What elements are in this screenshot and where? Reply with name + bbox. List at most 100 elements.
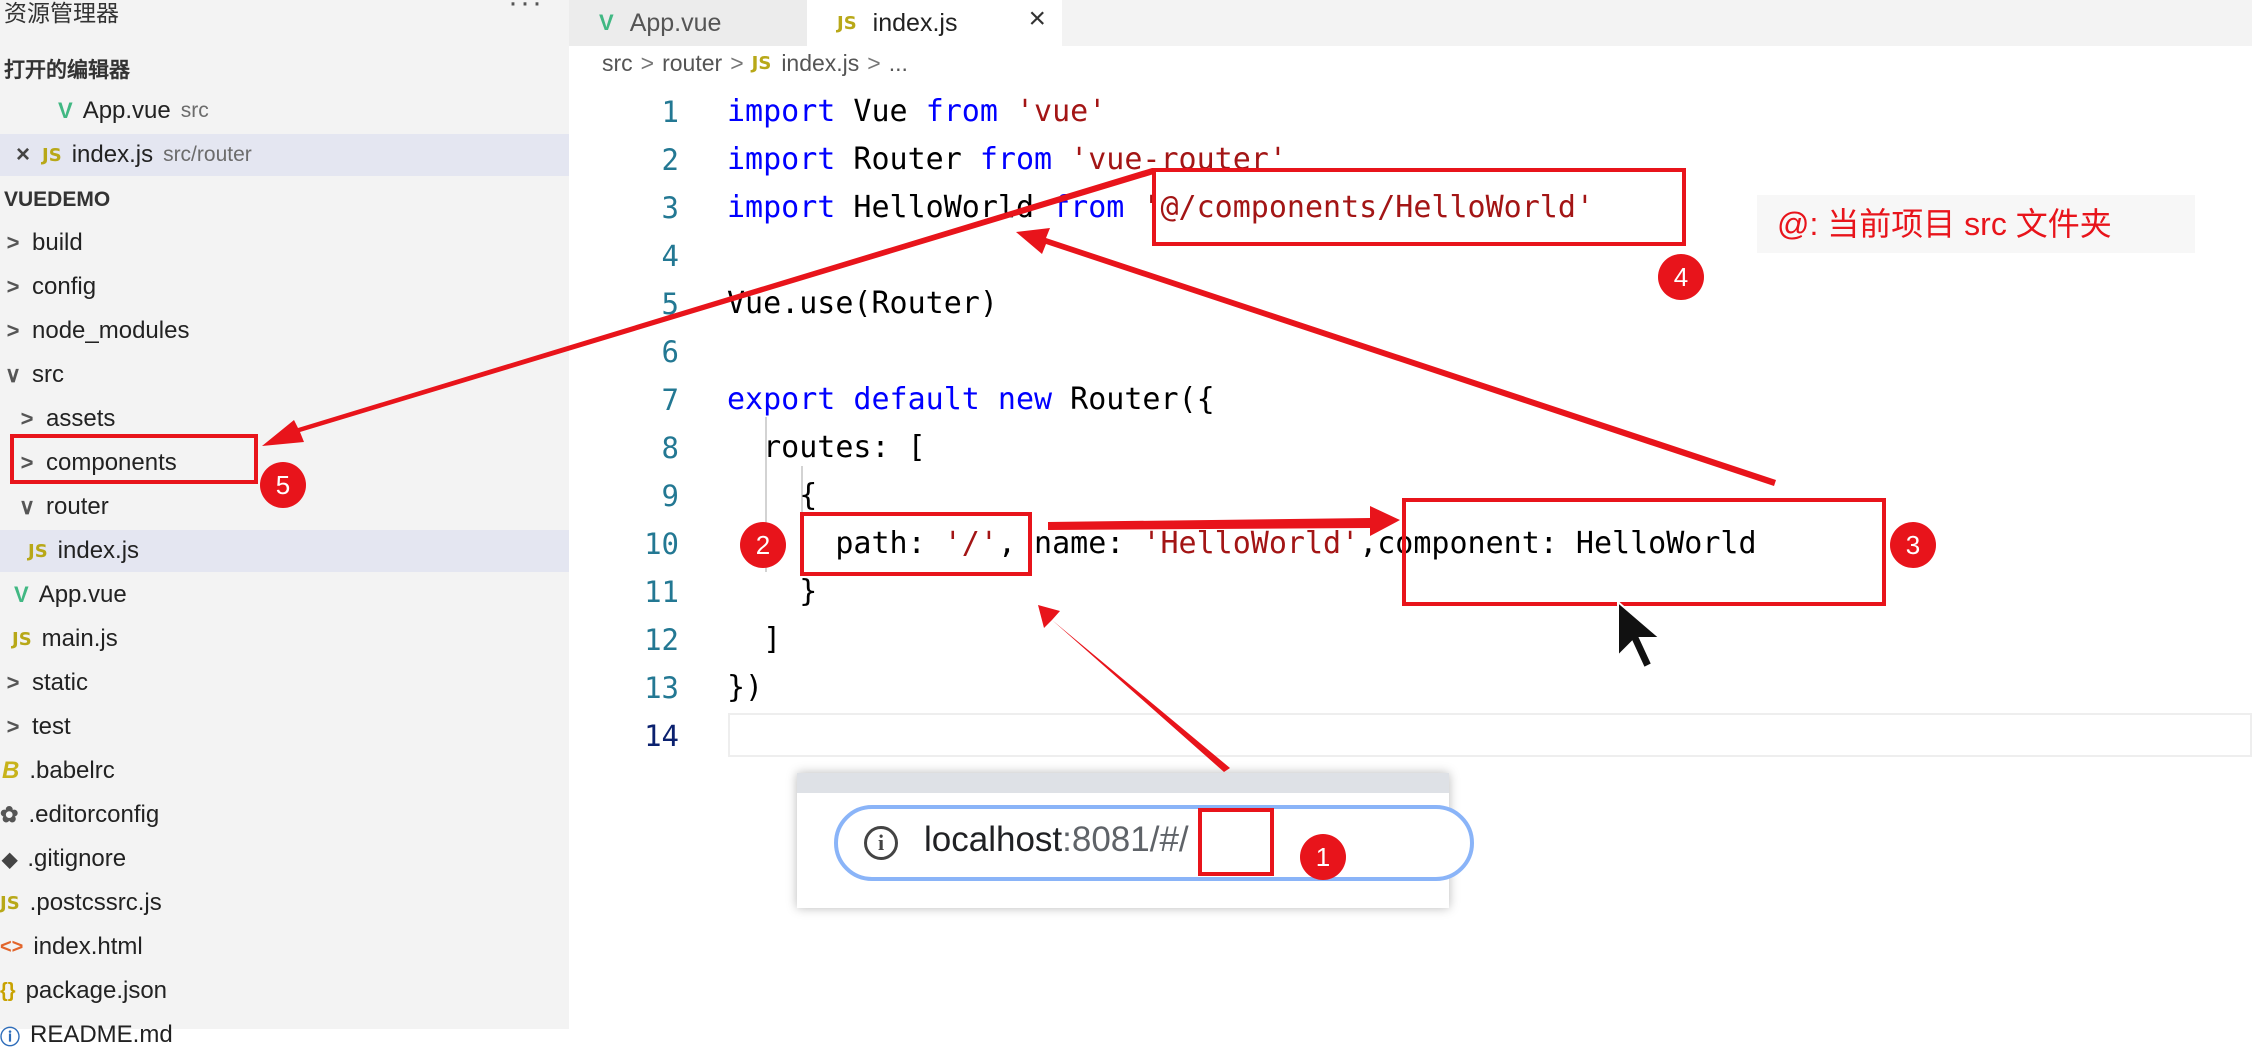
vue-file-icon: V: [599, 10, 614, 35]
code-line: 1 import Vue from 'vue': [569, 88, 2252, 136]
tree-item-test[interactable]: > test: [0, 706, 569, 748]
tree-item-babelrc[interactable]: B .babelrc: [0, 750, 569, 792]
keyword: default: [835, 382, 980, 417]
tab-label: index.js: [872, 8, 958, 37]
tree-item-label: index.html: [33, 933, 143, 960]
tree-item-label: .gitignore: [27, 845, 127, 872]
code-text: export default new Router({: [727, 376, 1215, 424]
tree-item-postcssrc[interactable]: JS .postcssrc.js: [0, 882, 569, 924]
browser-toolbar: [797, 773, 1449, 793]
breadcrumb: src > router > JS index.js > ...: [602, 50, 908, 77]
close-icon[interactable]: ×: [16, 141, 30, 169]
chevron-right-icon: >: [6, 714, 20, 739]
tree-item-label: node_modules: [32, 317, 190, 344]
line-number: 10: [644, 527, 679, 561]
tree-item-label: index.js: [57, 537, 140, 564]
url-text[interactable]: localhost:8081/#/: [924, 820, 1189, 860]
tree-item-static[interactable]: > static: [0, 662, 569, 704]
js-file-icon: JS: [28, 540, 48, 562]
more-actions-icon[interactable]: ···: [508, 0, 544, 20]
tab-app-vue[interactable]: V App.vue: [569, 0, 807, 46]
identifier: Router: [835, 142, 980, 177]
line-number: 11: [644, 575, 679, 609]
open-editor-index-js[interactable]: × JS index.js src/router: [0, 134, 569, 176]
tree-item-label: build: [32, 229, 83, 256]
keyword: new: [979, 382, 1053, 417]
babel-icon: B: [2, 757, 20, 784]
tree-item-main-js[interactable]: JS main.js: [0, 618, 569, 660]
tree-item-label: src: [32, 361, 64, 388]
explorer-title: 资源管理器: [4, 0, 119, 26]
tree-item-app-vue[interactable]: V App.vue: [0, 574, 569, 616]
line-number: 9: [661, 479, 679, 513]
breadcrumb-item[interactable]: ...: [889, 50, 908, 77]
js-file-icon: JS: [42, 144, 62, 166]
info-icon[interactable]: i: [864, 826, 898, 860]
annotation-badge-2: 2: [740, 522, 786, 568]
code-text: }): [727, 670, 764, 705]
tree-item-label: .editorconfig: [28, 801, 160, 828]
chevron-right-icon: >: [6, 230, 20, 255]
tree-item-index-js[interactable]: JS index.js: [0, 530, 569, 572]
tab-label: App.vue: [629, 8, 722, 37]
vue-file-icon: V: [58, 98, 73, 123]
line-number: 3: [661, 191, 679, 225]
tree-item-package-json[interactable]: {} package.json: [0, 970, 569, 1012]
chevron-right-icon: >: [6, 670, 20, 695]
open-editor-app-vue[interactable]: V App.vue src: [0, 90, 569, 132]
tree-item-index-html[interactable]: <> index.html: [0, 926, 569, 968]
chevron-right-icon: >: [867, 50, 881, 76]
explorer-sidebar: 资源管理器 ··· 打开的编辑器 V App.vue src × JS inde…: [0, 0, 569, 1049]
tree-item-label: App.vue: [38, 581, 127, 608]
line-number: 13: [644, 671, 679, 705]
annotation-box-component: [1402, 498, 1886, 606]
annotation-badge-1: 1: [1300, 834, 1346, 880]
annotation-box-hash: [1198, 808, 1274, 876]
tree-item-editorconfig[interactable]: ✿ .editorconfig: [0, 794, 569, 836]
chevron-right-icon: >: [6, 274, 20, 299]
breadcrumb-item[interactable]: src: [602, 50, 633, 77]
annotation-box-path: [800, 512, 1032, 576]
line-number: 6: [661, 335, 679, 369]
vue-file-icon: V: [14, 582, 29, 607]
tree-item-node-modules[interactable]: > node_modules: [0, 310, 569, 352]
code-text: ]: [727, 622, 782, 657]
chevron-right-icon: >: [730, 50, 744, 76]
tree-item-gitignore[interactable]: ◆ .gitignore: [0, 838, 569, 880]
breadcrumb-item[interactable]: index.js: [781, 50, 859, 77]
tree-item-build[interactable]: > build: [0, 222, 569, 264]
code-line: 8 routes: [: [569, 424, 2252, 472]
html-icon: <>: [0, 935, 24, 958]
breadcrumb-item[interactable]: router: [662, 50, 722, 77]
tree-item-label: package.json: [25, 977, 168, 1004]
code-line: 7 export default new Router({: [569, 376, 2252, 424]
tree-item-label: assets: [46, 405, 116, 432]
line-number: 5: [661, 287, 679, 321]
tree-item-readme[interactable]: ⓘ README.md: [0, 1014, 569, 1056]
js-file-icon: JS: [12, 628, 32, 650]
tree-item-label: .babelrc: [29, 757, 115, 784]
open-editor-name: App.vue: [82, 97, 171, 124]
chevron-right-icon: >: [20, 406, 34, 431]
project-header[interactable]: VUEDEMO: [4, 188, 110, 212]
open-editor-path: src/router: [163, 143, 252, 166]
open-editor-path: src: [180, 99, 209, 122]
tab-index-js[interactable]: JS index.js ×: [807, 0, 1062, 46]
keyword: from: [979, 142, 1053, 177]
code-text: import Vue from 'vue': [727, 88, 1106, 136]
line-number: 12: [644, 623, 679, 657]
identifier: Vue: [835, 94, 926, 129]
close-icon[interactable]: ×: [1028, 2, 1046, 36]
line-number: 1: [661, 95, 679, 129]
annotation-box-import-path: [1152, 168, 1686, 246]
identifier: HelloWorld: [835, 190, 1053, 225]
annotation-badge-5: 5: [260, 462, 306, 508]
chevron-right-icon: >: [640, 50, 655, 76]
editor-tab-bar: V App.vue JS index.js ×: [569, 0, 2252, 46]
line-number: 4: [661, 239, 679, 273]
tree-item-label: static: [32, 669, 89, 696]
open-editor-name: index.js: [71, 141, 154, 168]
tree-item-src[interactable]: ∨ src: [0, 354, 569, 396]
tree-item-config[interactable]: > config: [0, 266, 569, 308]
open-editors-header[interactable]: 打开的编辑器: [4, 54, 130, 84]
